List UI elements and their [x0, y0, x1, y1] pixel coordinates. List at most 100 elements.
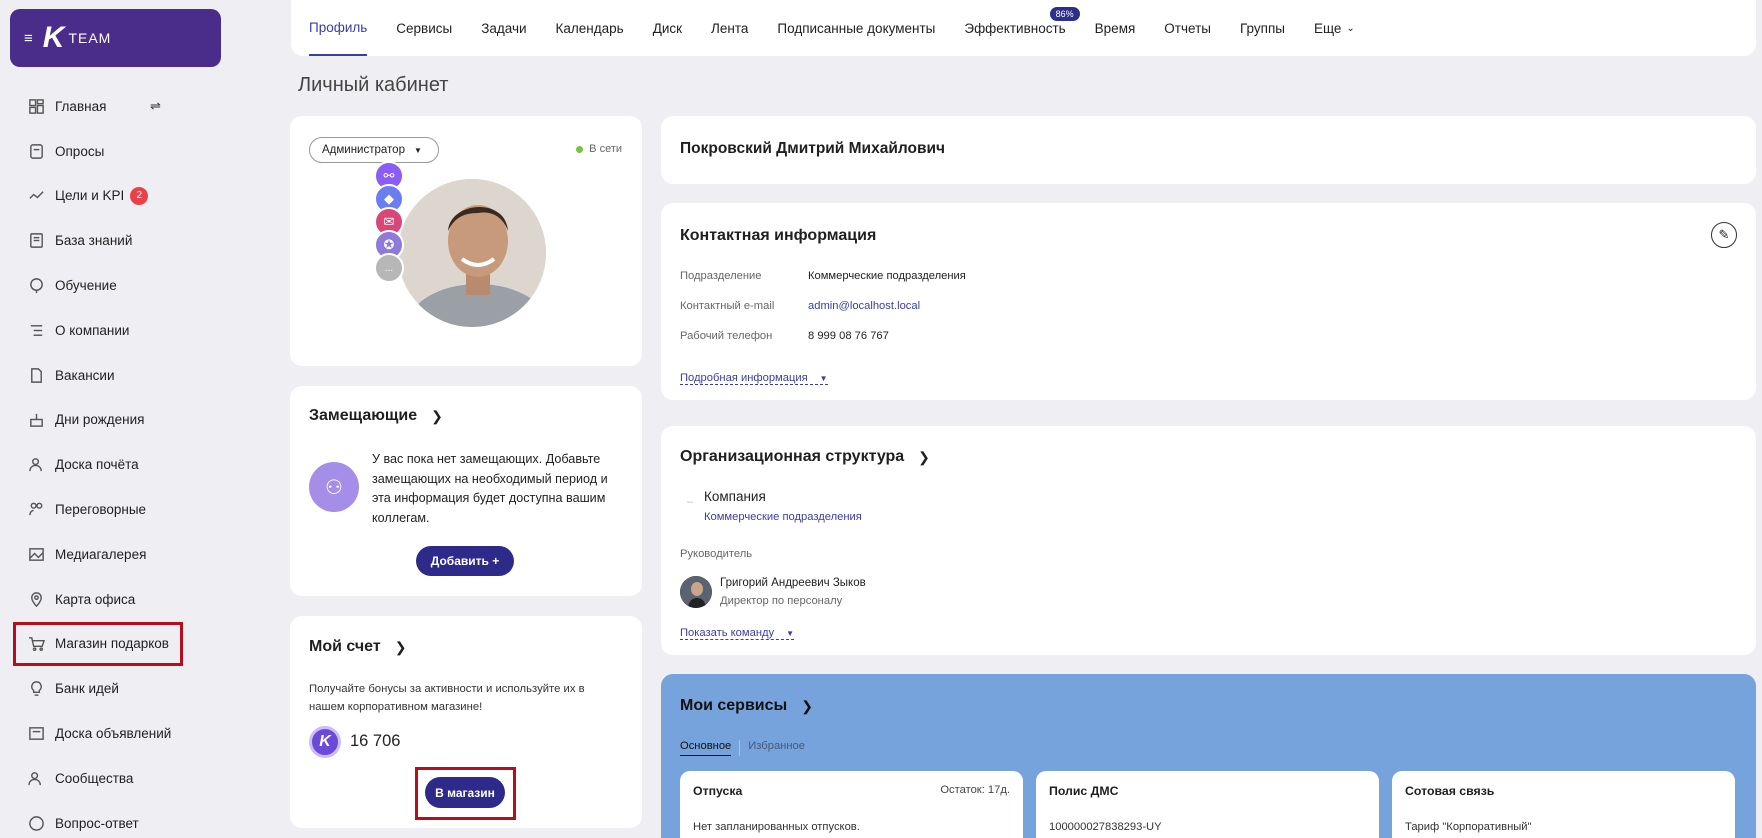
tune-icon[interactable]: ⇌ — [150, 98, 161, 114]
card-title: Мои сервисы — [680, 697, 788, 714]
top-nav: Профиль Сервисы Задачи Календарь Диск Ле… — [291, 0, 1756, 56]
name-card: Покровский Дмитрий Михайлович — [661, 116, 1756, 184]
tab-time[interactable]: Время — [1095, 0, 1136, 56]
sidebar-item-label: Опросы — [55, 143, 105, 159]
tab-efficiency[interactable]: Эффективность 86% — [964, 0, 1080, 56]
sidebar-item-label: Доска почёта — [55, 457, 139, 473]
add-substitute-button[interactable]: Добавить + — [416, 546, 514, 576]
sidebar-item-label: Цели и KPI — [55, 188, 125, 204]
department-value: Коммерческие подразделения — [808, 270, 966, 282]
profile-card: Администратор ▼ В сети ⚯ ◆ ✉ ✪ ... — [290, 116, 642, 366]
card-title: Мой счет — [309, 638, 381, 655]
sidebar-item-meeting-rooms[interactable]: Переговорные — [16, 487, 216, 532]
contact-title: Контактная информация — [680, 227, 877, 244]
caret-down-icon: ▼ — [819, 374, 828, 383]
contact-card: Контактная информация ✎ Подразделение Ко… — [661, 203, 1756, 400]
tab-more[interactable]: Еще ⌄ — [1314, 0, 1355, 56]
substitutes-header[interactable]: Замещающие ❯ — [309, 407, 443, 425]
more-info-toggle[interactable]: Подробная информация ▼ — [680, 372, 828, 385]
edit-icon[interactable]: ✎ — [1711, 222, 1737, 248]
tab-groups[interactable]: Группы — [1240, 0, 1285, 56]
sidebar: ≡ K TEAM Главная ⇌ Опросы Цели и KPI 2 Б… — [0, 0, 230, 838]
online-dot-icon — [576, 145, 584, 153]
announcement-icon — [27, 725, 45, 743]
tab-services[interactable]: Сервисы — [396, 0, 452, 56]
role-dropdown[interactable]: Администратор ▼ — [309, 137, 439, 163]
meeting-room-icon — [27, 501, 45, 519]
status-label: В сети — [589, 143, 622, 155]
manager-avatar[interactable] — [680, 576, 712, 608]
sidebar-item-label: Магазин подарков — [55, 636, 169, 652]
tab-feed[interactable]: Лента — [711, 0, 748, 56]
sidebar-item-company[interactable]: О компании — [16, 308, 216, 353]
services-header[interactable]: Мои сервисы ❯ — [680, 697, 813, 715]
show-team-toggle[interactable]: Показать команду ▼ — [680, 627, 795, 640]
service-insurance[interactable]: Полис ДМС 100000027838293-UY — [1036, 771, 1379, 838]
sidebar-item-office-map[interactable]: Карта офиса — [16, 577, 216, 622]
online-status: В сети — [576, 143, 622, 155]
sidebar-item-gallery[interactable]: Медиагалерея — [16, 532, 216, 577]
org-structure-card: Организационная структура ❯ – Компания Ко… — [661, 426, 1756, 655]
sidebar-item-surveys[interactable]: Опросы — [16, 129, 216, 174]
sidebar-item-label: Карта офиса — [55, 591, 136, 607]
sidebar-item-education[interactable]: Обучение — [16, 263, 216, 308]
sidebar-item-home[interactable]: Главная ⇌ — [16, 84, 216, 129]
sidebar-item-label: Дни рождения — [55, 412, 145, 428]
balance-value: 16 706 — [350, 732, 401, 750]
sidebar-item-idea-bank[interactable]: Банк идей — [16, 667, 216, 712]
service-desc: Нет запланированных отпусков. — [693, 821, 860, 833]
tab-favorites[interactable]: Избранное — [739, 740, 805, 756]
service-mobile[interactable]: Сотовая связь Тариф "Корпоративный" — [1392, 771, 1735, 838]
tab-signed-docs[interactable]: Подписанные документы — [777, 0, 935, 56]
honor-board-icon — [27, 456, 45, 474]
tab-label: Лента — [711, 20, 749, 36]
tab-profile[interactable]: Профиль — [309, 0, 368, 56]
education-icon — [27, 277, 45, 295]
sidebar-item-kpi[interactable]: Цели и KPI 2 — [16, 174, 216, 219]
cart-icon — [27, 635, 45, 653]
substitutes-text: У вас пока нет замещающих. Добавьте заме… — [372, 452, 608, 525]
tab-calendar[interactable]: Календарь — [556, 0, 624, 56]
tab-main[interactable]: Основное — [680, 740, 732, 756]
avatar[interactable] — [398, 179, 546, 327]
tab-disk[interactable]: Диск — [653, 0, 682, 56]
manager-name[interactable]: Григорий Андреевич Зыков — [720, 577, 866, 589]
sidebar-item-vacancies[interactable]: Вакансии — [16, 353, 216, 398]
sidebar-item-birthdays[interactable]: Дни рождения — [16, 398, 216, 443]
sidebar-item-label: Вакансии — [55, 367, 115, 383]
chevron-right-icon: ❯ — [918, 448, 930, 465]
service-vacation[interactable]: Отпуска Остаток: 17д. Нет запланированны… — [680, 771, 1023, 838]
sidebar-item-label: Вопрос-ответ — [55, 815, 139, 831]
brand-name: TEAM — [68, 30, 112, 46]
toggle-label: Подробная информация — [680, 372, 808, 384]
sidebar-item-announcements[interactable]: Доска объявлений — [16, 711, 216, 756]
account-header[interactable]: Мой счет ❯ — [309, 638, 406, 656]
service-title: Полис ДМС — [1049, 784, 1119, 798]
email-link[interactable]: admin@localhost.local — [808, 300, 920, 312]
field-label: Подразделение — [680, 270, 762, 282]
tab-label: Задачи — [481, 20, 527, 36]
sidebar-item-gift-shop[interactable]: Магазин подарков — [13, 621, 183, 666]
sidebar-item-label: Обучение — [55, 278, 117, 294]
sidebar-item-label: Медиагалерея — [55, 546, 147, 562]
manager-label: Руководитель — [680, 548, 753, 560]
caret-down-icon: ▼ — [786, 629, 795, 638]
department-link[interactable]: Коммерческие подразделения — [704, 511, 862, 523]
user-name: Покровский Дмитрий Михайлович — [680, 140, 946, 157]
sidebar-item-faq[interactable]: Вопрос-ответ — [16, 801, 216, 838]
sidebar-item-knowledge[interactable]: База знаний — [16, 218, 216, 263]
services-tabs: Основное Избранное — [680, 740, 805, 756]
brand-header[interactable]: ≡ K TEAM — [10, 9, 221, 67]
sidebar-item-label: Банк идей — [55, 681, 119, 697]
sidebar-item-honor-board[interactable]: Доска почёта — [16, 442, 216, 487]
more-achievements-button[interactable]: ... — [374, 253, 404, 283]
sidebar-item-communities[interactable]: Сообщества — [16, 756, 216, 801]
org-header[interactable]: Организационная структура ❯ — [680, 448, 930, 466]
service-title: Отпуска — [693, 784, 743, 798]
book-icon — [27, 232, 45, 250]
menu-icon[interactable]: ≡ — [24, 30, 33, 47]
dashboard-icon — [27, 97, 45, 115]
tab-tasks[interactable]: Задачи — [481, 0, 526, 56]
sidebar-item-label: Переговорные — [55, 502, 147, 518]
tab-reports[interactable]: Отчеты — [1164, 0, 1211, 56]
